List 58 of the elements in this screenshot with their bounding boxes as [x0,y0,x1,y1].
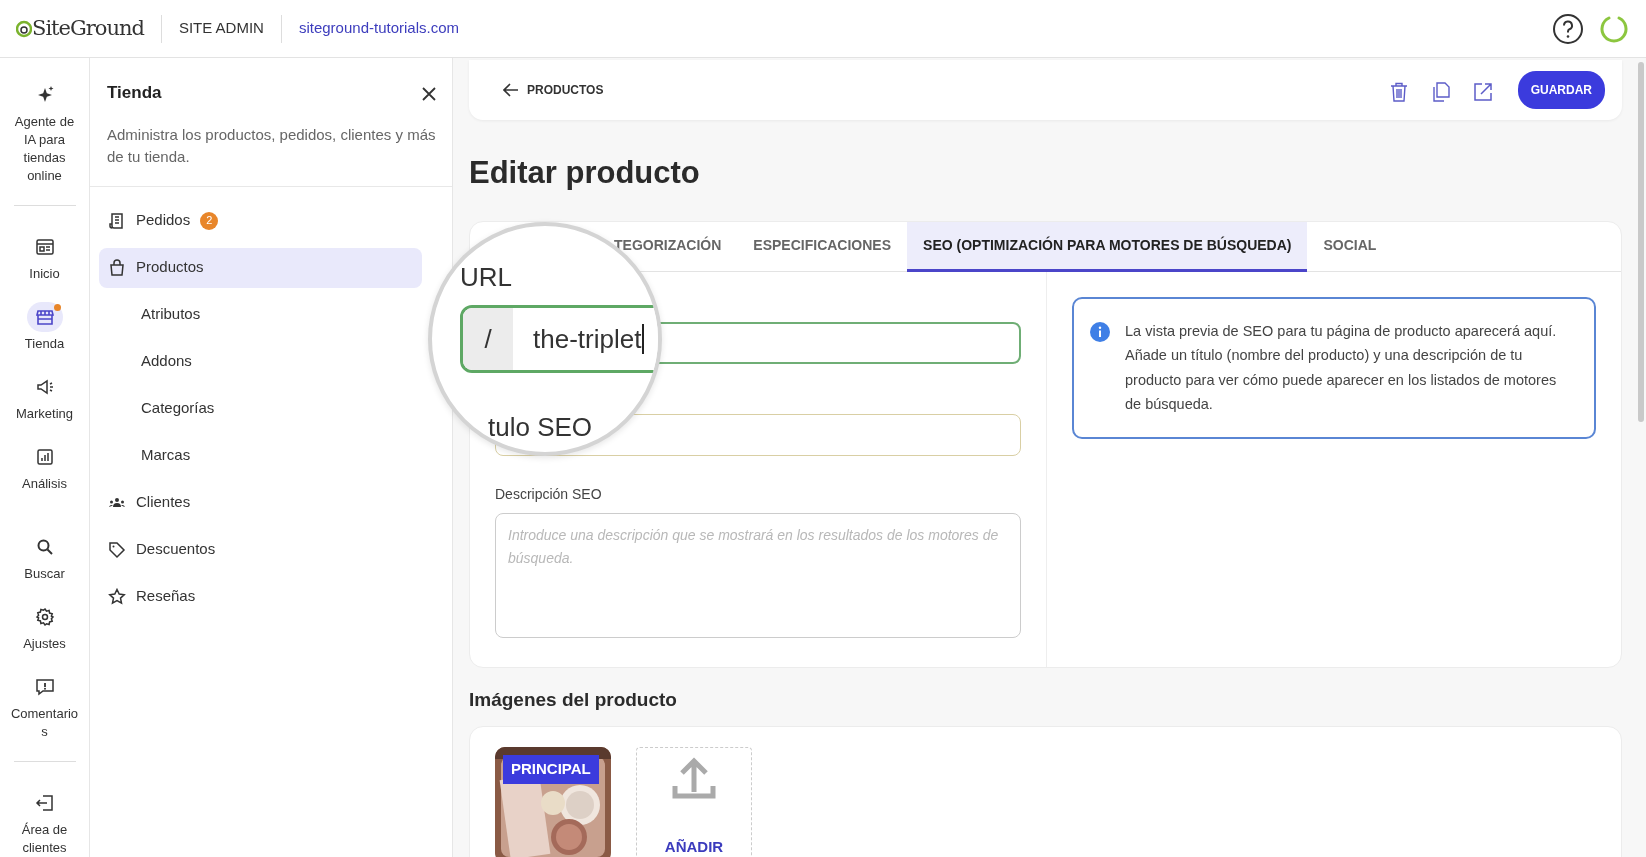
menu-item[interactable]: Reseñas [99,576,422,617]
feedback-icon [34,677,55,698]
page-title: Editar producto [469,154,701,192]
description-field[interactable]: Introduce una descripción que se mostrará en los resultados de los motores de búsqueda. [495,512,1021,638]
menu-item[interactable]: Productos [99,247,422,288]
menu-item[interactable]: Pedidos 2 [99,200,422,241]
field-label: Descripción SEO [495,484,603,504]
field-label: tulo SEO [488,412,593,442]
count-badge: 2 [200,211,219,230]
field-label: URL [460,262,512,292]
menu-item[interactable]: Descuentos [99,529,422,570]
nav-item[interactable]: Análisis [9,441,80,493]
scrollbar[interactable] [1638,62,1644,422]
save-button[interactable]: GUARDAR [1517,71,1605,109]
url-prefix: / [463,308,513,370]
bag-icon [108,258,126,277]
tab[interactable]: SEO (OPTIMIZACIÓN PARA MOTORES DE BÚSQUEDA) [907,221,1308,272]
section-label: SITE ADMIN [178,18,264,39]
main-image-badge: PRINCIPAL [503,755,599,784]
tab[interactable]: TEGORIZACIÓN [602,221,738,272]
menu-item[interactable]: Marcas [99,435,422,476]
info-text: La vista previa de SEO para tu página de producto aparecerá aquí. Añade un título (nombre del producto) y una descripción de tu producto para ver cómo puede aparecer en los listados de motores de búsqueda. [1125,321,1558,414]
url-field[interactable]: / the-triplet [460,305,658,373]
nav-item[interactable]: Ajustes [9,602,80,654]
logo-text[interactable]: SiteGround [32,12,144,45]
back-arrow-icon [503,83,519,97]
upload-icon [671,756,717,800]
add-image-button[interactable]: AÑADIR [636,747,752,857]
copy-icon[interactable] [1430,79,1451,101]
menu-item[interactable]: Categorías [99,388,422,429]
star-icon [108,587,126,606]
nav-item[interactable]: Tienda [9,301,80,353]
panel-title: Tienda [107,82,162,104]
nav-item[interactable]: Marketing [9,371,80,423]
section-title: Imágenes del producto [469,687,678,712]
menu-item[interactable]: Addons [99,341,422,382]
logo-icon [16,19,32,38]
nav-item[interactable]: Inicio [9,231,80,283]
chart-icon [34,446,55,467]
back-link[interactable]: PRODUCTOS [497,80,610,100]
site-link[interactable]: siteground-tutorials.com [298,17,459,40]
url-value: the-triplet [513,308,645,370]
settings-icon [34,607,55,628]
menu-item[interactable]: Clientes [99,482,422,523]
receipt-icon [108,211,126,230]
home-dashboard-icon [34,236,55,257]
tag-icon [108,540,126,559]
nav-item[interactable]: Buscar [9,532,80,584]
nav-item[interactable]: Comentarios [9,672,80,742]
menu-item[interactable]: Atributos [99,294,422,335]
help-icon[interactable] [1552,12,1584,45]
tab[interactable]: ESPECIFICACIONES [737,221,908,272]
nav-item[interactable]: Agente de IA para tiendas online [9,80,80,185]
nav-item[interactable]: Área de clientes [9,788,80,857]
tab[interactable]: SOCIAL [1307,221,1393,272]
panel-description: Administra los productos, pedidos, clientes y más de tu tienda. [107,124,436,167]
logout-icon [34,793,55,813]
info-icon [1090,321,1110,342]
